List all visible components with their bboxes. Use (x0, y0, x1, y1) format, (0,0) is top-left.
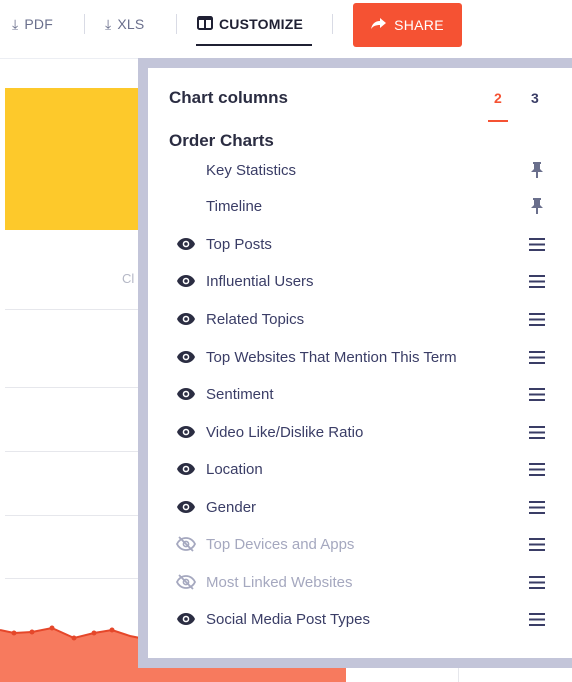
share-arrow-icon (371, 17, 387, 33)
chart-order-item[interactable]: Key Statistics (148, 155, 572, 185)
drag-handle-icon[interactable] (527, 534, 547, 554)
grid-line (5, 387, 145, 388)
customize-panel-body: Chart columns 2 3 Order Charts Key Stati… (148, 68, 572, 658)
grid-line (5, 515, 145, 516)
toolbar-divider (176, 14, 177, 34)
grid-line (5, 451, 145, 452)
columns-option-2[interactable]: 2 (494, 90, 502, 106)
share-button[interactable]: SHARE (353, 3, 462, 47)
chart-order-item[interactable]: Timeline (148, 191, 572, 221)
drag-handle-icon[interactable] (527, 347, 547, 367)
drag-handle-icon[interactable] (527, 459, 547, 479)
chart-columns-row: Chart columns 2 3 (148, 83, 572, 113)
eye-icon[interactable] (176, 422, 196, 442)
chart-order-item-label: Most Linked Websites (206, 573, 353, 591)
chart-order-item[interactable]: Sentiment (148, 379, 572, 409)
pdf-export-button[interactable]: ⤓ PDF (12, 13, 53, 35)
eye-icon[interactable] (176, 234, 196, 254)
eye-icon[interactable] (176, 347, 196, 367)
chart-order-item-label: Social Media Post Types (206, 610, 370, 628)
grid-line (5, 578, 145, 579)
chart-order-item-label: Influential Users (206, 272, 314, 290)
eye-icon[interactable] (176, 459, 196, 479)
chart-order-item-label: Related Topics (206, 310, 305, 328)
eye-slash-icon[interactable] (176, 572, 196, 592)
stat-card (5, 88, 145, 230)
drag-handle-icon[interactable] (527, 234, 547, 254)
order-charts-heading: Order Charts (169, 131, 274, 150)
eye-slash-icon[interactable] (176, 534, 196, 554)
eye-icon[interactable] (176, 384, 196, 404)
chart-order-item[interactable]: Gender (148, 492, 572, 522)
grid-line (5, 309, 145, 310)
chart-order-item[interactable]: Most Linked Websites (148, 567, 572, 597)
pin-icon (528, 161, 546, 179)
chart-order-item-label: Key Statistics (206, 161, 297, 179)
drag-handle-icon[interactable] (527, 384, 547, 404)
eye-icon[interactable] (176, 309, 196, 329)
xls-export-button[interactable]: ⤓ XLS (105, 13, 144, 35)
chart-order-item[interactable]: Top Posts (148, 229, 572, 259)
chart-order-item-label: Gender (206, 498, 257, 516)
drag-handle-icon[interactable] (527, 422, 547, 442)
chart-columns-heading: Chart columns (169, 88, 289, 107)
download-icon: ⤓ (12, 15, 19, 32)
chart-order-item-label: Top Devices and Apps (206, 535, 355, 553)
pdf-export-label: PDF (24, 16, 53, 32)
columns-option-3[interactable]: 3 (531, 90, 539, 106)
chart-order-item-label: Video Like/Dislike Ratio (206, 423, 364, 441)
toolbar-divider (84, 14, 85, 34)
chart-order-item[interactable]: Location (148, 454, 572, 484)
eye-icon[interactable] (176, 271, 196, 291)
chart-order-item-label: Top Posts (206, 235, 272, 253)
eye-icon[interactable] (176, 497, 196, 517)
download-icon: ⤓ (105, 15, 112, 32)
drag-handle-icon[interactable] (527, 309, 547, 329)
eye-icon[interactable] (176, 609, 196, 629)
chart-order-item-label: Location (206, 460, 263, 478)
chart-order-item[interactable]: Social Media Post Types (148, 604, 572, 634)
selected-column-underline (488, 120, 508, 122)
drag-handle-icon[interactable] (527, 271, 547, 291)
chart-order-item[interactable]: Video Like/Dislike Ratio (148, 417, 572, 447)
drag-handle-icon[interactable] (527, 609, 547, 629)
drag-handle-icon[interactable] (527, 572, 547, 592)
xls-export-label: XLS (117, 16, 145, 32)
partial-chart-label: Cl (122, 271, 135, 286)
chart-order-item[interactable]: Influential Users (148, 266, 572, 296)
toolbar-divider (332, 14, 333, 34)
share-label: SHARE (394, 17, 444, 33)
columns-icon (197, 15, 213, 33)
chart-order-item-label: Sentiment (206, 385, 274, 403)
chart-order-item[interactable]: Top Devices and Apps (148, 529, 572, 559)
customize-panel: Chart columns 2 3 Order Charts Key Stati… (138, 58, 572, 668)
chart-order-item[interactable]: Top Websites That Mention This Term (148, 342, 572, 372)
chart-order-item-label: Timeline (206, 197, 263, 215)
customize-active-underline (196, 44, 312, 46)
pin-icon (528, 197, 546, 215)
chart-order-item-label: Top Websites That Mention This Term (206, 348, 457, 366)
toolbar: ⤓ PDF ⤓ XLS CUSTOMIZE SHARE (0, 0, 572, 50)
customize-label: CUSTOMIZE (219, 16, 303, 32)
order-charts-row: Order Charts (148, 126, 572, 156)
chart-order-item[interactable]: Related Topics (148, 304, 572, 334)
drag-handle-icon[interactable] (527, 497, 547, 517)
customize-button[interactable]: CUSTOMIZE (197, 13, 303, 35)
